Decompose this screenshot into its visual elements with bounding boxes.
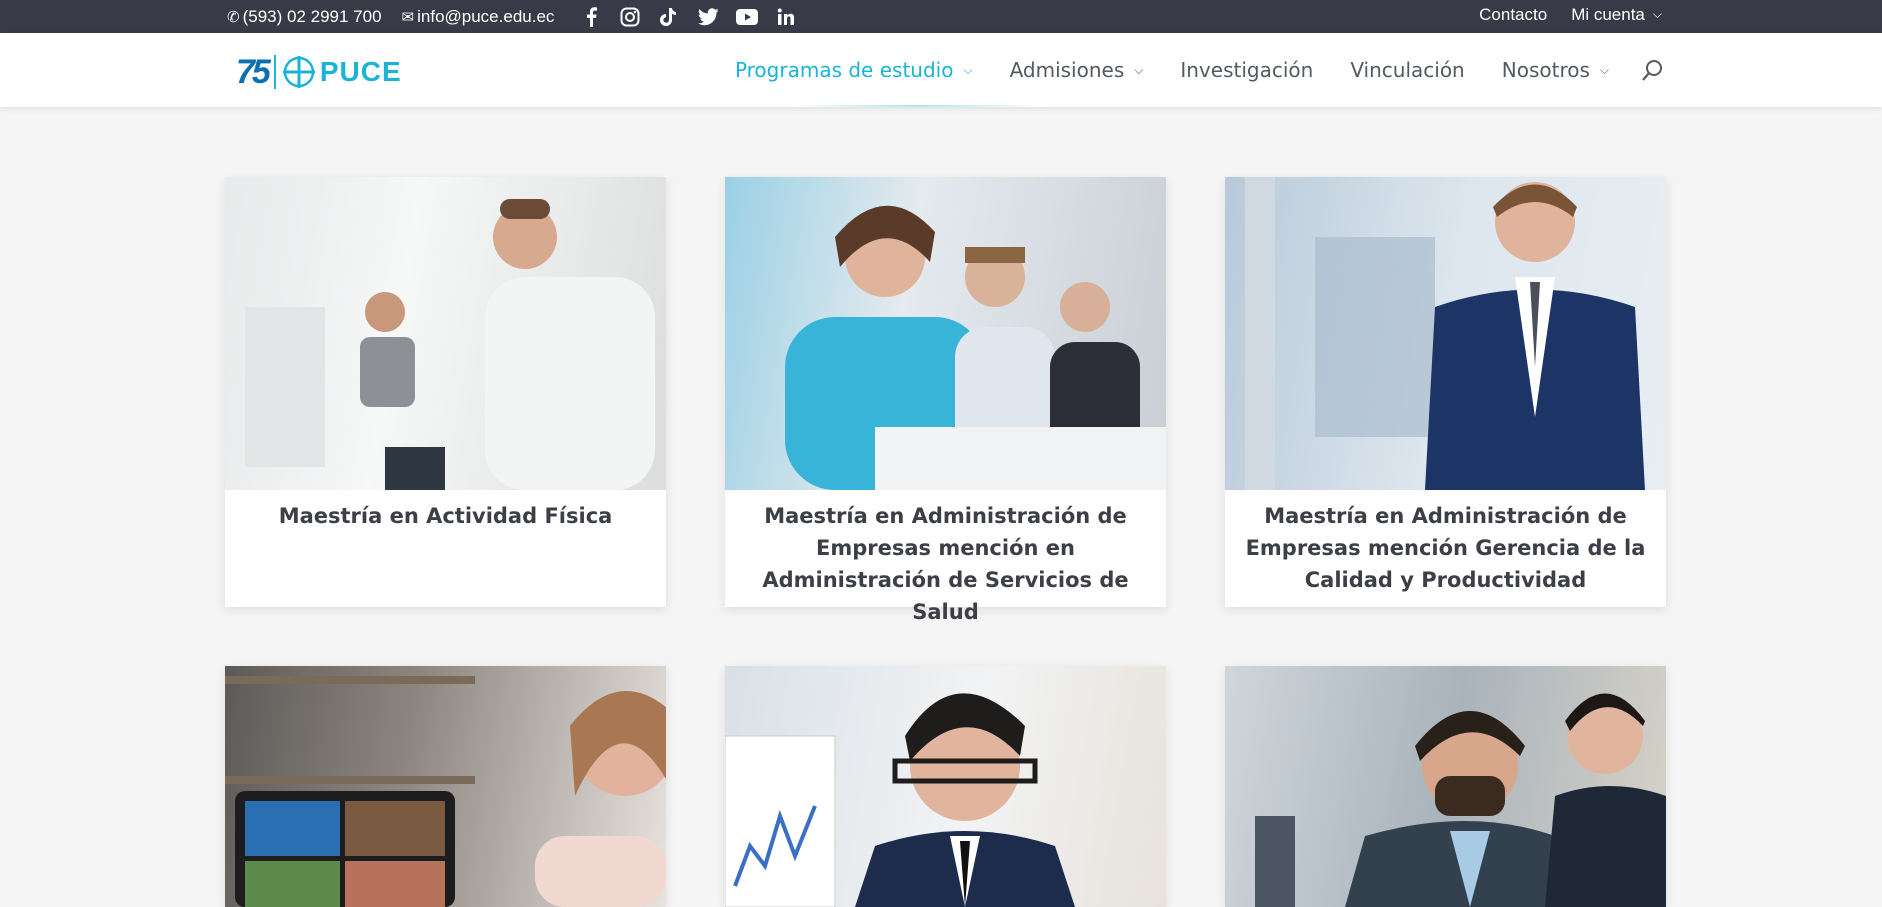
- brand-name: PUCE: [319, 56, 402, 87]
- social-links: [580, 6, 814, 28]
- account-label: Mi cuenta: [1571, 4, 1645, 24]
- top-bar-links: Contacto Mi cuenta ⌵: [1455, 0, 1662, 29]
- phone-icon: ✆: [227, 8, 240, 26]
- main-nav: Programas de estudio ⌵ Admisiones ⌵ Inve…: [698, 33, 1665, 107]
- nav-active-indicator: [790, 105, 1045, 107]
- nav-label: Investigación: [1180, 58, 1314, 82]
- phone-number: (593) 02 2991 700: [242, 6, 382, 26]
- program-card[interactable]: Maestría en Administración de Empresas m…: [725, 177, 1166, 624]
- email-address: info@puce.edu.ec: [417, 6, 555, 26]
- twitter-icon[interactable]: [697, 6, 719, 28]
- program-card[interactable]: Maestría en Actividad Física: [225, 177, 666, 607]
- facebook-icon[interactable]: [580, 6, 602, 28]
- program-image[interactable]: [725, 666, 1166, 907]
- instagram-icon[interactable]: [619, 6, 641, 28]
- program-image[interactable]: [1225, 666, 1666, 907]
- youtube-icon[interactable]: [736, 6, 759, 28]
- nav-nosotros[interactable]: Nosotros ⌵: [1502, 58, 1609, 82]
- chevron-down-icon: ⌵: [1599, 62, 1609, 77]
- chevron-down-icon: ⌵: [1134, 62, 1144, 77]
- logo-divider: [273, 55, 276, 89]
- nav-label: Vinculación: [1350, 58, 1465, 82]
- program-image[interactable]: [225, 666, 666, 907]
- nav-label: Programas de estudio: [734, 58, 954, 82]
- anniversary-number: 75: [236, 52, 271, 91]
- phone-link[interactable]: ✆ (593) 02 2991 700: [227, 7, 382, 27]
- top-bar-contacts: ✆ (593) 02 2991 700 ✉ info@puce.edu.ec: [227, 0, 814, 33]
- program-title[interactable]: Maestría en Administración de Empresas m…: [725, 490, 1166, 628]
- chevron-down-icon: ⌵: [963, 62, 973, 77]
- email-icon: ✉: [401, 8, 415, 26]
- program-card[interactable]: [725, 666, 1166, 907]
- program-card[interactable]: Maestría en Administración de Empresas m…: [1225, 177, 1666, 607]
- puce-cross-icon: [282, 56, 315, 88]
- account-menu[interactable]: Mi cuenta ⌵: [1571, 5, 1662, 25]
- nav-label: Admisiones: [1009, 58, 1125, 82]
- program-image[interactable]: [725, 177, 1166, 490]
- program-title[interactable]: Maestría en Administración de Empresas m…: [1225, 490, 1666, 596]
- nav-investigacion[interactable]: Investigación: [1180, 58, 1313, 82]
- program-image[interactable]: [225, 177, 666, 490]
- program-title[interactable]: Maestría en Actividad Física: [225, 490, 666, 532]
- nav-admisiones[interactable]: Admisiones ⌵: [1010, 58, 1144, 82]
- nav-vinculacion[interactable]: Vinculación: [1350, 58, 1464, 82]
- top-bar: ✆ (593) 02 2991 700 ✉ info@puce.edu.ec C…: [0, 0, 1882, 33]
- program-card[interactable]: [1225, 666, 1666, 907]
- tiktok-icon[interactable]: [658, 6, 680, 28]
- nav-label: Nosotros: [1501, 58, 1590, 82]
- search-icon[interactable]: [1641, 58, 1665, 82]
- nav-programas[interactable]: Programas de estudio ⌵: [735, 58, 973, 82]
- linkedin-icon[interactable]: [775, 6, 797, 28]
- contact-link[interactable]: Contacto: [1479, 5, 1547, 25]
- chevron-down-icon: ⌵: [1652, 7, 1662, 21]
- puce-logo[interactable]: 75 PUCE: [236, 51, 402, 93]
- email-link[interactable]: ✉ info@puce.edu.ec: [402, 7, 555, 27]
- program-card[interactable]: [225, 666, 666, 907]
- program-image[interactable]: [1225, 177, 1666, 490]
